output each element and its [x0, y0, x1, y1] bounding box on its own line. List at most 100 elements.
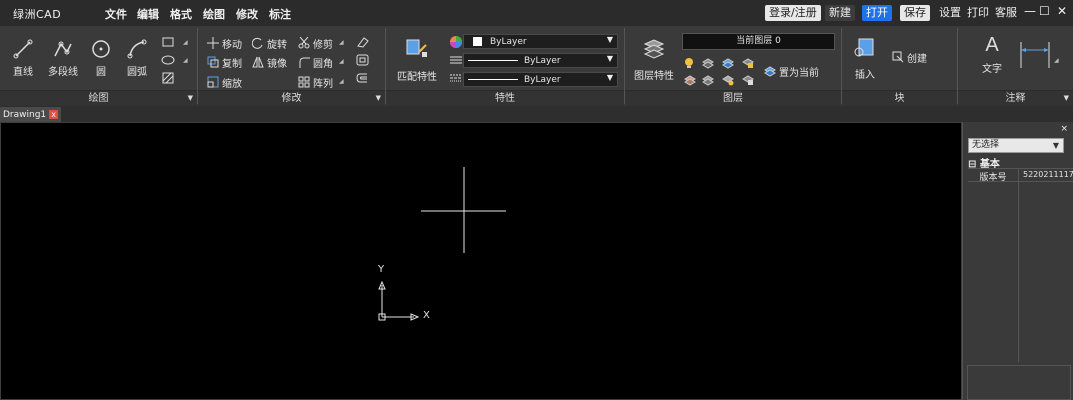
tab-close-icon[interactable]: x: [49, 110, 59, 119]
fillet-label: 圆角: [313, 58, 333, 70]
property-description-box: [967, 365, 1071, 400]
property-group-basic[interactable]: ⊟ 基本: [968, 155, 1073, 170]
trim-dropdown-icon[interactable]: ◢: [339, 39, 344, 46]
rotate-tool[interactable]: 旋转: [252, 35, 287, 51]
title-bar: 绿洲CAD 文件 编辑 格式 绘图 修改 标注 登录/注册 新建 打开 保存 设…: [0, 0, 1073, 26]
linetype-select-value: ByLayer: [524, 55, 561, 66]
settings-button[interactable]: 设置: [937, 5, 963, 21]
create-block-label: 创建: [907, 53, 927, 65]
match-properties-label: 匹配特性: [397, 72, 437, 83]
scale-tool[interactable]: 缩放: [207, 74, 242, 90]
modify-panel-expand-icon[interactable]: ▼: [376, 94, 381, 102]
new-button[interactable]: 新建: [825, 5, 855, 21]
menu-format[interactable]: 格式: [170, 6, 192, 22]
array-dropdown-icon[interactable]: ◢: [339, 78, 344, 85]
insert-block-tool[interactable]: 插入: [845, 36, 885, 81]
mirror-tool[interactable]: 镜像: [252, 54, 287, 70]
lightbulb-icon[interactable]: [684, 57, 694, 69]
annotation-panel-expand-icon[interactable]: ▼: [1064, 94, 1069, 102]
layer-properties-tool[interactable]: 图层特性: [632, 36, 676, 82]
menu-file[interactable]: 文件: [105, 6, 127, 22]
property-row-version: 版本号 5220211117: [968, 168, 1073, 183]
rotate-label: 旋转: [267, 39, 287, 51]
create-block-button[interactable]: 创建: [892, 49, 927, 65]
tab-drawing1[interactable]: Drawing1 x: [0, 107, 62, 122]
insert-block-icon: [854, 38, 874, 57]
property-value: 5220211117: [1023, 170, 1073, 179]
dimension-dropdown-icon[interactable]: ◢: [1054, 57, 1059, 64]
trim-tool[interactable]: 修剪: [298, 35, 333, 51]
save-button[interactable]: 保存: [900, 5, 930, 21]
ellipse-dropdown-icon[interactable]: ◢: [183, 57, 188, 64]
line-tool[interactable]: 直线: [3, 38, 43, 78]
trim-label: 修剪: [313, 39, 333, 51]
move-icon: [207, 37, 219, 49]
explode-icon[interactable]: [356, 72, 369, 84]
menu-draw[interactable]: 绘图: [203, 6, 225, 22]
layer-unisolate-icon[interactable]: [702, 74, 714, 86]
fillet-tool[interactable]: 圆角: [298, 54, 333, 70]
draw-panel-title: 绘图: [0, 90, 197, 106]
lineweight-select[interactable]: ByLayer ▼: [463, 72, 618, 87]
open-button[interactable]: 打开: [862, 5, 892, 21]
support-button[interactable]: 客服: [993, 5, 1019, 21]
set-current-icon: [764, 66, 776, 77]
menu-modify[interactable]: 修改: [236, 6, 258, 22]
ellipse-icon[interactable]: [161, 54, 175, 66]
offset-icon[interactable]: [356, 54, 369, 66]
hatch-icon[interactable]: [161, 72, 175, 84]
line-icon: [13, 39, 33, 59]
maximize-button[interactable]: ☐: [1039, 4, 1050, 18]
layer-off-icon[interactable]: [702, 57, 714, 69]
properties-palette: × 无选择 ▼ ⊟ 基本 版本号 5220211117: [962, 122, 1073, 400]
rectangle-icon[interactable]: [161, 36, 175, 48]
layer-properties-label: 图层特性: [634, 71, 674, 82]
draw-panel-expand-icon[interactable]: ▼: [188, 94, 193, 102]
block-panel-title: 块: [842, 90, 957, 106]
arc-icon: [127, 39, 147, 59]
layer-isolate-icon[interactable]: [684, 74, 696, 86]
copy-tool[interactable]: 复制: [207, 54, 242, 70]
minimize-button[interactable]: —: [1024, 4, 1036, 18]
fillet-dropdown-icon[interactable]: ◢: [339, 58, 344, 65]
properties-panel-title: 特性: [386, 90, 624, 106]
array-label: 阵列: [313, 78, 333, 90]
chevron-down-icon: ▼: [606, 54, 613, 63]
property-name: 版本号: [979, 173, 1007, 183]
canvas-overlay: [378, 167, 506, 321]
layer-unlock-icon[interactable]: [742, 74, 754, 86]
rectangle-dropdown-icon[interactable]: ◢: [183, 39, 188, 46]
match-properties-tool[interactable]: 匹配特性: [397, 36, 437, 83]
menu-edit[interactable]: 编辑: [137, 6, 159, 22]
polyline-tool[interactable]: 多段线: [43, 38, 83, 78]
modify-panel: 移动 旋转 修剪 ◢ 复制 镜像 圆角 ◢ 缩放 阵列 ◢ 修改 ▼: [198, 26, 385, 106]
print-button[interactable]: 打印: [965, 5, 991, 21]
color-select[interactable]: ByLayer ▼: [463, 34, 618, 49]
mirror-label: 镜像: [267, 58, 287, 70]
array-tool[interactable]: 阵列: [298, 74, 333, 90]
ribbon: 直线 多段线 圆 圆弧 ◢ ◢ 绘图 ▼ 移动 旋转 修剪 ◢ 复制 镜像 圆角…: [0, 26, 1073, 106]
set-current-layer-button[interactable]: 置为当前: [764, 63, 819, 79]
text-tool[interactable]: A 文字: [972, 34, 1012, 75]
linetype-preview: [468, 60, 518, 61]
login-button[interactable]: 登录/注册: [765, 5, 821, 21]
close-icon[interactable]: ×: [1060, 124, 1068, 134]
array-icon: [298, 76, 310, 88]
close-button[interactable]: ✕: [1057, 4, 1067, 18]
selection-select[interactable]: 无选择 ▼: [968, 138, 1064, 153]
text-label: 文字: [982, 64, 1002, 75]
move-label: 移动: [222, 39, 242, 51]
layer-thaw-icon[interactable]: [722, 74, 734, 86]
move-tool[interactable]: 移动: [207, 35, 242, 51]
circle-tool[interactable]: 圆: [81, 38, 121, 78]
drawing-canvas[interactable]: Y X: [0, 122, 962, 400]
insert-block-label: 插入: [855, 70, 875, 81]
dimension-icon[interactable]: [1018, 40, 1052, 70]
current-layer-select[interactable]: 当前图层 0: [682, 33, 835, 50]
layer-freeze-icon[interactable]: [722, 57, 734, 69]
menu-annotate[interactable]: 标注: [269, 6, 291, 22]
linetype-select[interactable]: ByLayer ▼: [463, 53, 618, 68]
erase-icon[interactable]: [356, 36, 369, 48]
layer-lock-icon[interactable]: [742, 57, 754, 69]
arc-tool[interactable]: 圆弧: [117, 38, 157, 78]
